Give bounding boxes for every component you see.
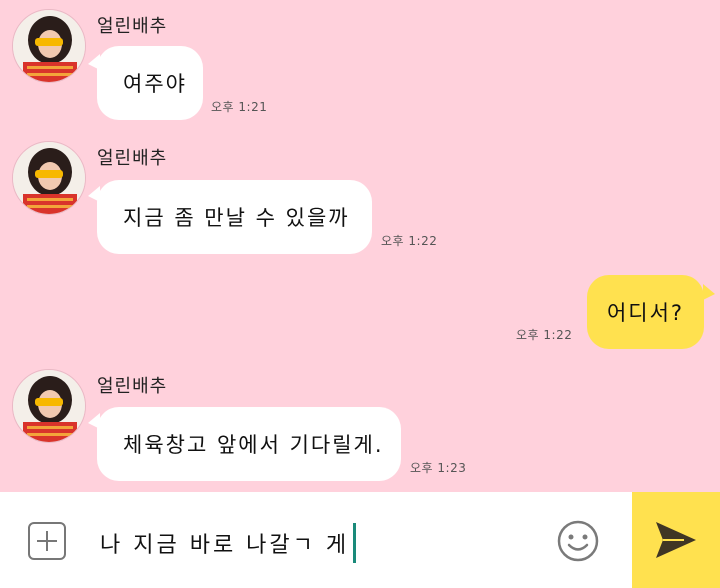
- profile-photo-icon: [13, 370, 85, 442]
- my-message-bubble[interactable]: 어디서?: [587, 275, 704, 349]
- message-time: 오후 1:22: [381, 234, 438, 248]
- sender-avatar[interactable]: [12, 9, 86, 83]
- message-time: 오후 1:22: [516, 328, 573, 342]
- sender-avatar[interactable]: [12, 369, 86, 443]
- send-button[interactable]: [632, 492, 720, 588]
- sender-avatar[interactable]: [12, 141, 86, 215]
- chat-area[interactable]: 얼린배추 여주야 오후 1:21 얼린배추 지금 좀 만날 수 있을까 오후 1…: [0, 0, 720, 492]
- message-input[interactable]: 나 지금 바로 나갈ㄱ 게: [100, 522, 357, 564]
- profile-photo-icon: [13, 142, 85, 214]
- paper-plane-icon: [656, 522, 696, 558]
- smiley-icon[interactable]: [557, 520, 599, 562]
- message-bubble[interactable]: 지금 좀 만날 수 있을까: [97, 180, 372, 254]
- message-bubble[interactable]: 체육창고 앞에서 기다릴게.: [97, 407, 401, 481]
- message-time: 오후 1:23: [410, 461, 467, 475]
- message-input-value: 나 지금 바로 나갈ㄱ 게: [100, 533, 350, 558]
- sender-name: 얼린배추: [97, 148, 168, 169]
- text-caret: [353, 523, 357, 563]
- bubble-tail: [703, 284, 715, 300]
- message-bubble[interactable]: 여주야: [97, 46, 203, 120]
- message-time: 오후 1:21: [211, 100, 268, 114]
- profile-photo-icon: [13, 10, 85, 82]
- sender-name: 얼린배추: [97, 376, 168, 397]
- sender-name: 얼린배추: [97, 16, 168, 37]
- plus-box-icon[interactable]: [28, 522, 66, 560]
